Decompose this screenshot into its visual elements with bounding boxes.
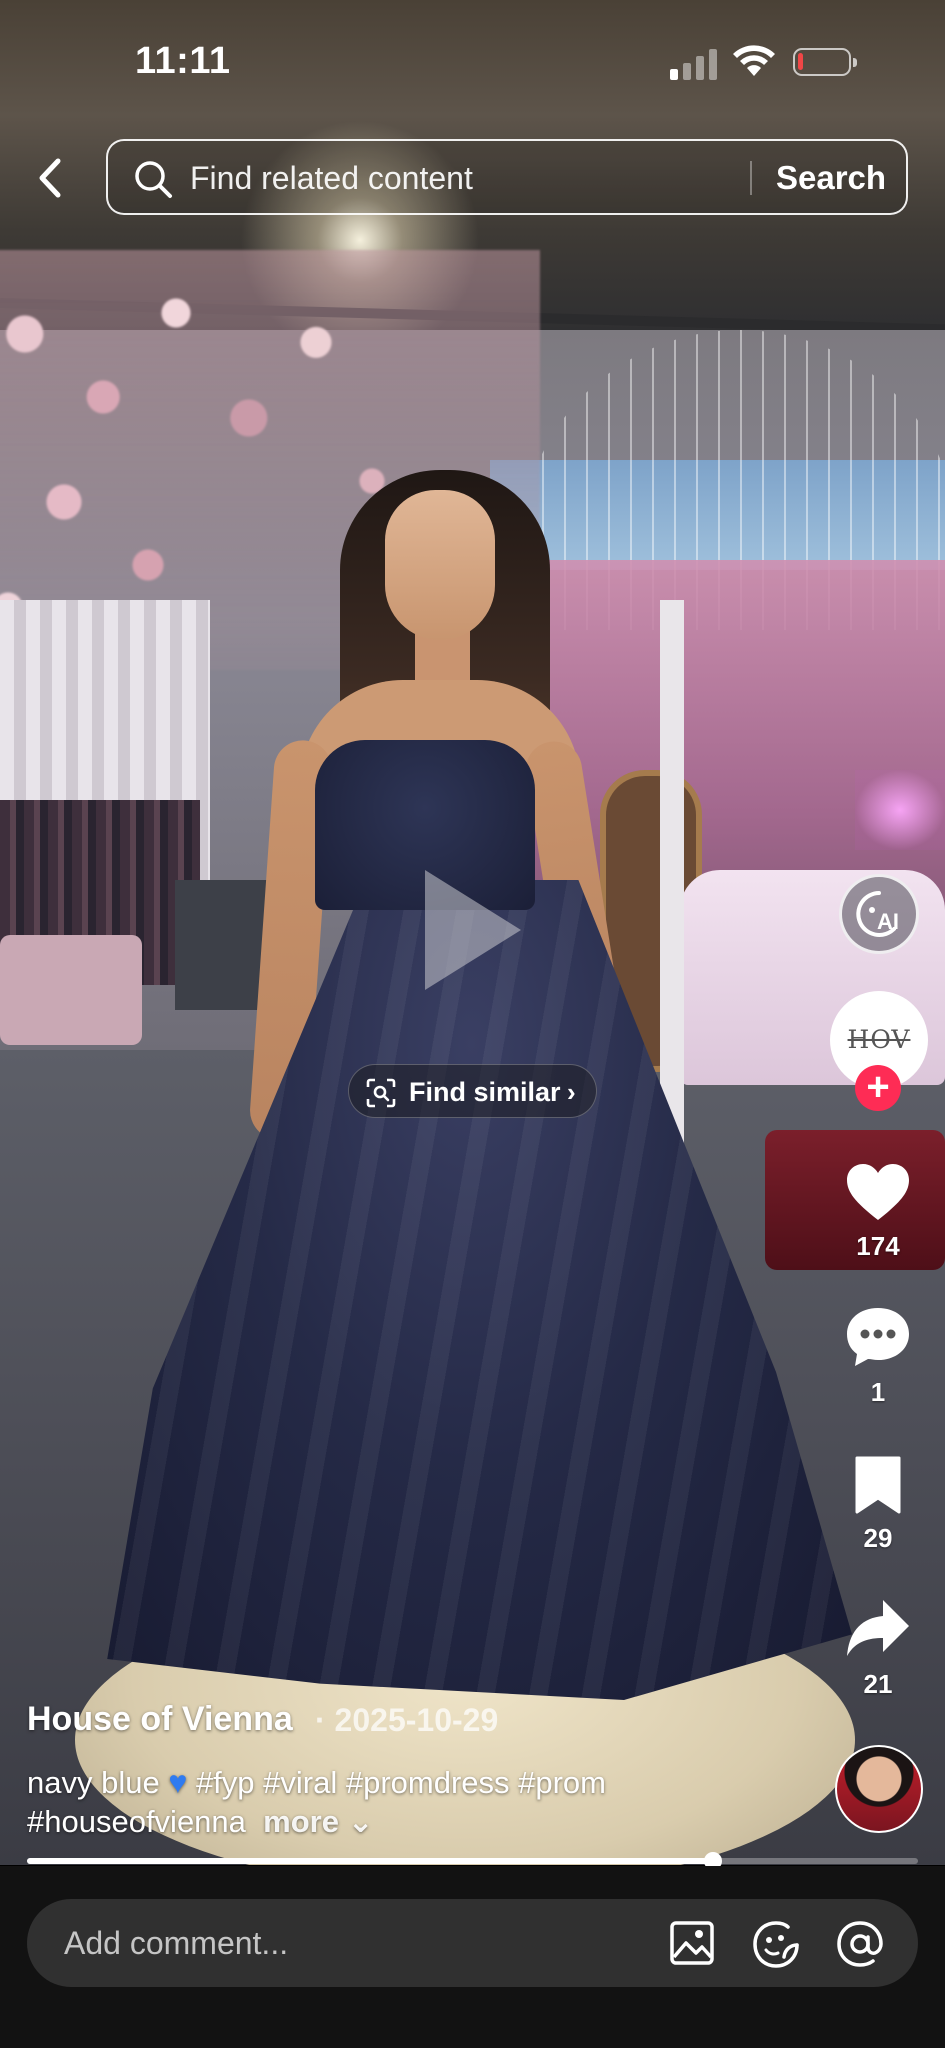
search-input[interactable]: Find related content bbox=[190, 160, 473, 197]
share-arrow-icon bbox=[847, 1600, 909, 1656]
find-similar-button[interactable]: Find similar › bbox=[348, 1064, 597, 1118]
search-icon bbox=[135, 161, 172, 198]
follow-plus-button[interactable]: + bbox=[855, 1065, 901, 1111]
video-progress-bar[interactable] bbox=[27, 1852, 918, 1870]
search-divider bbox=[750, 161, 752, 195]
like-button[interactable]: 174 bbox=[828, 1162, 928, 1262]
counter bbox=[175, 880, 270, 1010]
blue-heart-icon: ♥ bbox=[168, 1764, 188, 1800]
neon-sign bbox=[855, 770, 945, 850]
back-arrow-icon[interactable] bbox=[30, 155, 70, 201]
model-face bbox=[385, 490, 495, 640]
favorite-count: 29 bbox=[863, 1523, 893, 1553]
status-time: 11:11 bbox=[135, 40, 231, 82]
author-name[interactable]: House of Vienna bbox=[27, 1700, 293, 1739]
battery-level bbox=[798, 53, 803, 70]
post-date: · 2025-10-29 bbox=[315, 1702, 499, 1738]
comment-button[interactable]: 1 bbox=[828, 1306, 928, 1408]
battery-icon bbox=[793, 48, 857, 76]
pink-sofa bbox=[0, 935, 142, 1045]
music-creator-avatar[interactable] bbox=[835, 1745, 923, 1833]
share-count: 21 bbox=[863, 1669, 893, 1699]
favorite-button[interactable]: 29 bbox=[828, 1456, 928, 1554]
chevron-right-icon: › bbox=[567, 1077, 576, 1107]
search-button[interactable]: Search bbox=[776, 159, 886, 197]
more-link[interactable]: more ⌄ bbox=[263, 1804, 373, 1839]
scan-icon bbox=[366, 1078, 396, 1108]
like-count: 174 bbox=[856, 1231, 900, 1261]
add-comment-field[interactable]: Add comment... bbox=[27, 1899, 918, 1987]
heart-icon bbox=[847, 1164, 909, 1220]
mention-icon[interactable] bbox=[835, 1919, 885, 1969]
comment-count: 1 bbox=[870, 1377, 886, 1407]
bottom-bar: Add comment... bbox=[0, 1866, 945, 2048]
search-bar[interactable]: Find related content Search bbox=[106, 139, 908, 215]
more-label: more bbox=[263, 1804, 339, 1839]
comment-bubble-icon bbox=[847, 1308, 909, 1366]
caption-text: navy blue bbox=[27, 1765, 169, 1800]
comment-placeholder: Add comment... bbox=[64, 1925, 289, 1961]
play-icon[interactable] bbox=[425, 870, 521, 990]
status-bar: 11:11 bbox=[0, 0, 945, 120]
chevron-down-icon: ⌄ bbox=[347, 1804, 374, 1839]
progress-fill bbox=[27, 1858, 714, 1864]
ai-label: AI bbox=[877, 909, 899, 934]
sticker-icon[interactable] bbox=[751, 1919, 801, 1969]
share-button[interactable]: 21 bbox=[828, 1598, 928, 1700]
ai-assistant-button[interactable]: AI bbox=[839, 874, 919, 954]
find-similar-label: Find similar bbox=[409, 1077, 561, 1107]
brand-logo: HOV bbox=[847, 1025, 911, 1054]
wifi-icon bbox=[733, 45, 775, 76]
post-caption[interactable]: navy blue ♥ #fyp #viral #promdress #prom… bbox=[27, 1763, 817, 1841]
image-icon[interactable] bbox=[668, 1919, 716, 1967]
bookmark-icon bbox=[855, 1456, 901, 1514]
cellular-signal-icon bbox=[670, 48, 720, 80]
